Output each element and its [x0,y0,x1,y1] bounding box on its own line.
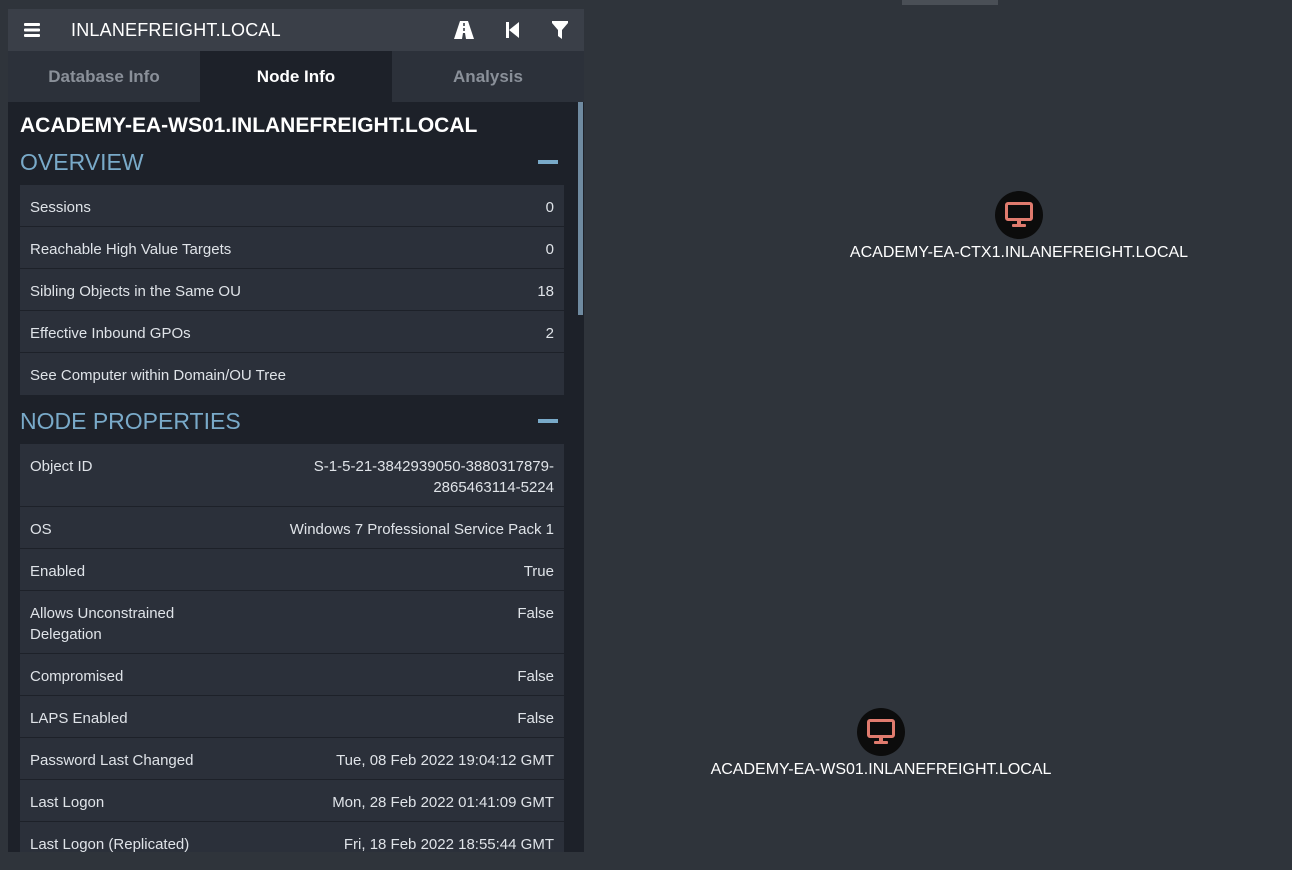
tab-database-info[interactable]: Database Info [8,51,200,102]
panel-header: INLANEFREIGHT.LOCAL [8,9,584,51]
pathfinding-icon [454,21,474,39]
node-circle[interactable] [857,708,905,756]
filter-icon [552,21,568,39]
node-properties-section-header[interactable]: NODE PROPERTIES [20,398,564,444]
row-label: Compromised [30,668,124,685]
graph-node-label: ACADEMY-EA-WS01.INLANEFREIGHT.LOCAL [710,761,1052,778]
overview-table: Sessions 0 Reachable High Value Targets … [20,185,564,395]
row-label: Sessions [30,199,91,216]
row-value: 2 [545,325,554,342]
property-row-last-logon: Last Logon Mon, 28 Feb 2022 01:41:09 GMT [20,780,564,822]
tab-bar: Database Info Node Info Analysis [8,51,584,102]
row-label: OS [30,521,52,538]
domain-title: INLANEFREIGHT.LOCAL [71,19,281,40]
pathfinding-button[interactable] [440,9,488,51]
graph-node-ws01[interactable]: ACADEMY-EA-WS01.INLANEFREIGHT.LOCAL [702,708,1060,779]
overview-section-header[interactable]: OVERVIEW [20,139,564,185]
row-label: Last Logon (Replicated) [30,836,190,852]
overview-row-reachable-hvt[interactable]: Reachable High Value Targets 0 [20,227,564,269]
property-row-enabled: Enabled True [20,549,564,591]
menu-icon [24,23,40,37]
node-properties-heading: NODE PROPERTIES [20,407,241,434]
row-label: LAPS Enabled [30,710,128,727]
row-value: False [517,605,554,622]
row-label: Last Logon [30,794,105,811]
back-button[interactable] [488,9,536,51]
row-value: True [523,563,554,580]
overview-row-inbound-gpos[interactable]: Effective Inbound GPOs 2 [20,311,564,353]
overview-row-ou-tree[interactable]: See Computer within Domain/OU Tree [20,353,564,395]
node-info-content: ACADEMY-EA-WS01.INLANEFREIGHT.LOCAL OVER… [8,113,584,852]
top-toolbar-stub [902,0,998,5]
property-row-last-logon-replicated: Last Logon (Replicated) Fri, 18 Feb 2022… [20,822,564,852]
row-label: Effective Inbound GPOs [30,325,191,342]
row-label: Reachable High Value Targets [30,241,232,258]
overview-row-sibling-objects[interactable]: Sibling Objects in the Same OU 18 [20,269,564,311]
graph-node-ctx1[interactable]: ACADEMY-EA-CTX1.INLANEFREIGHT.LOCAL [842,191,1196,262]
node-properties-table: Object ID S-1-5-21-3842939050-3880317879… [20,444,564,852]
property-row-object-id: Object ID S-1-5-21-3842939050-3880317879… [20,444,564,507]
row-label: Sibling Objects in the Same OU [30,283,241,300]
property-row-password-last-changed: Password Last Changed Tue, 08 Feb 2022 1… [20,738,564,780]
overview-heading: OVERVIEW [20,148,144,175]
property-row-os: OS Windows 7 Professional Service Pack 1 [20,507,564,549]
row-value: False [517,668,554,685]
row-value: Mon, 28 Feb 2022 01:41:09 GMT [332,794,554,811]
computer-icon [867,719,895,744]
tab-analysis[interactable]: Analysis [392,51,584,102]
row-value: 0 [545,241,554,258]
row-value: Windows 7 Professional Service Pack 1 [289,521,554,538]
tab-node-info[interactable]: Node Info [200,51,392,102]
row-value: Tue, 08 Feb 2022 19:04:12 GMT [336,752,554,769]
collapse-icon[interactable] [538,419,558,423]
overview-row-sessions[interactable]: Sessions 0 [20,185,564,227]
collapse-icon[interactable] [538,160,558,164]
row-label: Enabled [30,563,86,580]
property-row-laps-enabled: LAPS Enabled False [20,696,564,738]
row-value: S-1-5-21-3842939050-3880317879- 286546311… [313,458,554,496]
row-label: Password Last Changed [30,752,194,769]
node-circle[interactable] [995,191,1043,239]
row-label: Object ID [30,458,93,475]
node-title: ACADEMY-EA-WS01.INLANEFREIGHT.LOCAL [20,114,478,137]
side-panel: INLANEFREIGHT.LOCAL Database Info Node I… [8,9,584,852]
property-row-compromised: Compromised False [20,654,564,696]
menu-button[interactable] [8,9,56,51]
filter-button[interactable] [536,9,584,51]
row-value: 0 [545,199,554,216]
row-label: Allows Unconstrained Delegation [30,605,175,643]
row-value: False [517,710,554,727]
row-value: 18 [537,283,554,300]
back-icon [505,22,519,38]
row-label: See Computer within Domain/OU Tree [30,367,286,384]
property-row-unconstrained-delegation: Allows Unconstrained Delegation False [20,591,564,654]
row-value: Fri, 18 Feb 2022 18:55:44 GMT [343,836,554,852]
graph-node-label: ACADEMY-EA-CTX1.INLANEFREIGHT.LOCAL [849,244,1189,261]
computer-icon [1005,202,1033,227]
